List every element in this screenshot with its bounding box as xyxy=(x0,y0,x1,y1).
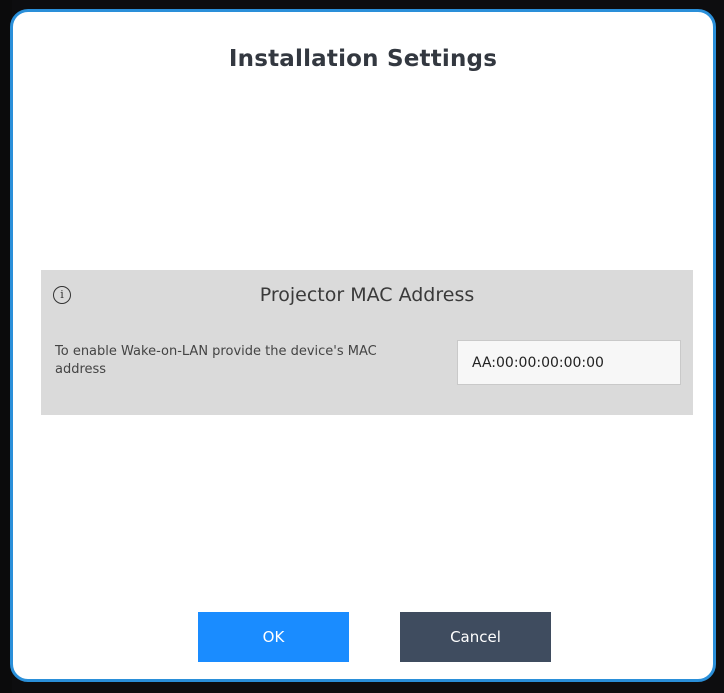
dialog-title: Installation Settings xyxy=(228,46,498,72)
cancel-button[interactable]: Cancel xyxy=(400,612,551,662)
ok-button[interactable]: OK xyxy=(198,612,349,662)
installation-settings-dialog: Installation Settings i Projector MAC Ad… xyxy=(10,9,716,682)
mac-description: To enable Wake-on-LAN provide the device… xyxy=(55,344,377,377)
mac-address-input[interactable] xyxy=(457,340,681,385)
mac-address-panel: i Projector MAC Address To enable Wake-o… xyxy=(41,270,693,415)
panel-title: Projector MAC Address xyxy=(259,284,475,306)
